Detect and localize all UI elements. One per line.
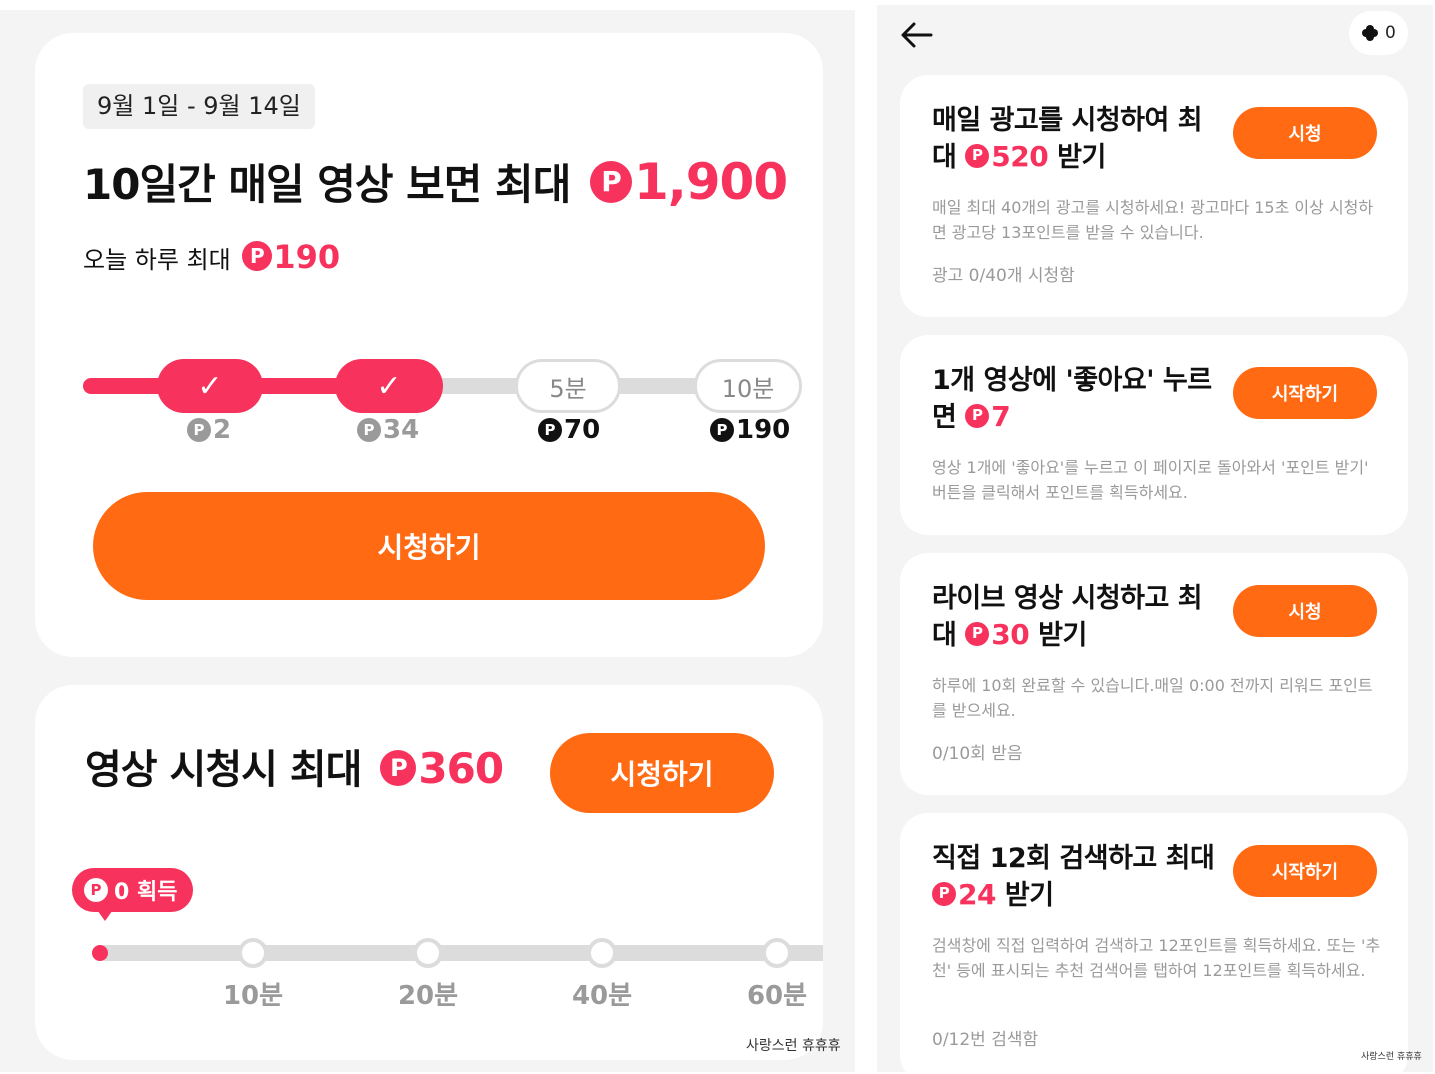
- watch-button[interactable]: 시청하기: [550, 733, 774, 813]
- task-description: 영상 1개에 '좋아요'를 누르고 이 페이지로 돌아와서 '포인트 받기' 버…: [932, 458, 1369, 502]
- milestone-1: ✓: [157, 359, 263, 413]
- title-text: 받기: [995, 880, 1054, 911]
- time-tick: 60분: [746, 981, 808, 1011]
- headline-text: 영상 시청시 최대: [85, 747, 362, 793]
- reward-amount: 30: [991, 618, 1030, 651]
- daily-video-card: 9월 1일 - 9월 14일 10일간 매일 영상 보면 최대 P 1,900 오…: [35, 33, 823, 657]
- task-description: 검색창에 직접 입력하여 검색하고 12포인트를 획득하세요. 또는 '추천' …: [932, 936, 1381, 980]
- milestone-label: 10분: [721, 374, 775, 403]
- card-headline: 영상 시청시 최대 P 360: [85, 737, 504, 795]
- task-card-live: 라이브 영상 시청하고 최대 P 30 받기 시청 하루에 10회 완료할 수 있…: [900, 553, 1408, 795]
- today-reward: P 190: [238, 238, 340, 276]
- title-text: 직접 12회 검색하고 최대: [932, 843, 1215, 874]
- watch-ad-button[interactable]: 시청: [1233, 107, 1377, 159]
- watch-time-card: 영상 시청시 최대 P 360 시청하기 P 0 획득 10분 20분 40분 6…: [35, 685, 823, 1060]
- task-status: 0/12번 검색함: [932, 1030, 1039, 1050]
- task-card-ad: 매일 광고를 시청하여 최대 P 520 받기 시청 매일 최대 40개의 광고를…: [900, 75, 1408, 317]
- point-icon: P: [710, 418, 734, 442]
- point-icon: P: [538, 418, 562, 442]
- earned-text: 0 획득: [114, 880, 178, 905]
- time-node-3: [587, 938, 617, 968]
- time-track: [97, 945, 823, 961]
- watermark: 사랑스런 휴휴휴: [1361, 1052, 1422, 1062]
- left-screen: 9월 1일 - 9월 14일 10일간 매일 영상 보면 최대 P 1,900 오…: [0, 10, 855, 1072]
- point-icon: P: [965, 143, 990, 168]
- reward-value: 70: [564, 415, 601, 445]
- back-arrow-icon[interactable]: [899, 17, 935, 53]
- headline-reward: P 1,900: [584, 153, 788, 211]
- milestone-4: 10분: [694, 359, 802, 413]
- headline-amount: 360: [418, 744, 504, 793]
- title-text: 받기: [1029, 620, 1087, 651]
- progress-marker: [92, 945, 108, 961]
- milestone-2: ✓: [335, 359, 443, 413]
- point-icon: P: [187, 418, 211, 442]
- headline-text: 10일간 매일 영상 보면 최대: [83, 160, 571, 209]
- point-icon: P: [965, 621, 990, 646]
- milestone-reward-1: P2: [187, 415, 231, 445]
- task-reward: P7: [965, 400, 1011, 433]
- task-title: 라이브 영상 시청하고 최대 P 30 받기: [932, 581, 1222, 654]
- point-icon: P: [589, 160, 632, 203]
- reward-amount: 520: [991, 140, 1049, 173]
- task-title: 1개 영상에 '좋아요' 누르면 P7: [932, 363, 1222, 436]
- milestone-reward-3: P 70: [538, 415, 600, 445]
- start-search-button[interactable]: 시작하기: [1233, 845, 1377, 897]
- reward-value: 2: [213, 415, 232, 445]
- date-range-chip: 9월 1일 - 9월 14일: [83, 84, 315, 129]
- point-icon: P: [932, 881, 956, 906]
- headline-reward: P 360: [374, 744, 504, 793]
- time-node-2: [413, 938, 443, 968]
- earned-badge: P 0 획득: [72, 868, 194, 912]
- right-screen: 0 매일 광고를 시청하여 최대 P 520 받기 시청 매일 최대 40개의 광…: [877, 5, 1433, 1074]
- reward-value: 34: [383, 415, 420, 445]
- watermark: 사랑스런 휴휴휴: [746, 1038, 841, 1054]
- today-amount: 190: [273, 238, 341, 276]
- watch-button[interactable]: 시청하기: [93, 492, 765, 600]
- milestone-3: 5분: [515, 359, 621, 413]
- reward-amount: 7: [991, 400, 1011, 433]
- check-icon: ✓: [376, 368, 402, 404]
- task-title: 매일 광고를 시청하여 최대 P 520 받기: [932, 103, 1222, 176]
- start-like-button[interactable]: 시작하기: [1233, 367, 1377, 419]
- point-icon: P: [357, 418, 381, 442]
- today-max: 오늘 하루 최대 P 190: [83, 238, 340, 277]
- time-node-4: [762, 938, 792, 968]
- point-icon: P: [965, 403, 990, 428]
- task-title: 직접 12회 검색하고 최대 P 24 받기: [932, 841, 1222, 914]
- task-description: 하루에 10회 완료할 수 있습니다.매일 0:00 전까지 리워드 포인트를 …: [932, 676, 1373, 720]
- today-text: 오늘 하루 최대: [83, 246, 231, 274]
- badge-tail: [95, 907, 115, 921]
- card-headline: 10일간 매일 영상 보면 최대 P 1,900: [83, 151, 788, 212]
- time-node-1: [238, 938, 268, 968]
- point-icon: P: [84, 878, 108, 902]
- task-status: 0/10회 받음: [932, 744, 1023, 764]
- check-icon: ✓: [197, 368, 223, 404]
- task-card-like: 1개 영상에 '좋아요' 누르면 P7 시작하기 영상 1개에 '좋아요'를 누…: [900, 335, 1408, 535]
- time-tick: 40분: [571, 981, 633, 1011]
- headline-amount: 1,900: [633, 153, 788, 211]
- point-icon: P: [380, 749, 417, 786]
- reward-amount: 24: [958, 878, 996, 911]
- point-icon: P: [242, 241, 273, 271]
- task-reward: P 24: [932, 878, 996, 911]
- watch-live-button[interactable]: 시청: [1233, 585, 1377, 637]
- milestone-reward-4: P 190: [710, 415, 790, 445]
- point-counter[interactable]: 0: [1349, 11, 1408, 55]
- reward-value: 190: [736, 415, 791, 445]
- task-reward: P 520: [965, 140, 1049, 173]
- task-reward: P 30: [965, 618, 1030, 651]
- time-tick: 10분: [222, 981, 284, 1011]
- clover-icon: [1362, 25, 1378, 41]
- task-description: 매일 최대 40개의 광고를 시청하세요! 광고마다 15초 이상 시청하면 광…: [932, 198, 1374, 242]
- task-card-search: 직접 12회 검색하고 최대 P 24 받기 시작하기 검색창에 직접 입력하여 …: [900, 813, 1408, 1074]
- counter-value: 0: [1385, 23, 1396, 43]
- time-tick: 20분: [397, 981, 459, 1011]
- milestone-label: 5분: [549, 374, 587, 403]
- milestone-reward-2: P 34: [357, 415, 419, 445]
- task-status: 광고 0/40개 시청함: [932, 266, 1075, 286]
- title-text: 받기: [1048, 142, 1106, 173]
